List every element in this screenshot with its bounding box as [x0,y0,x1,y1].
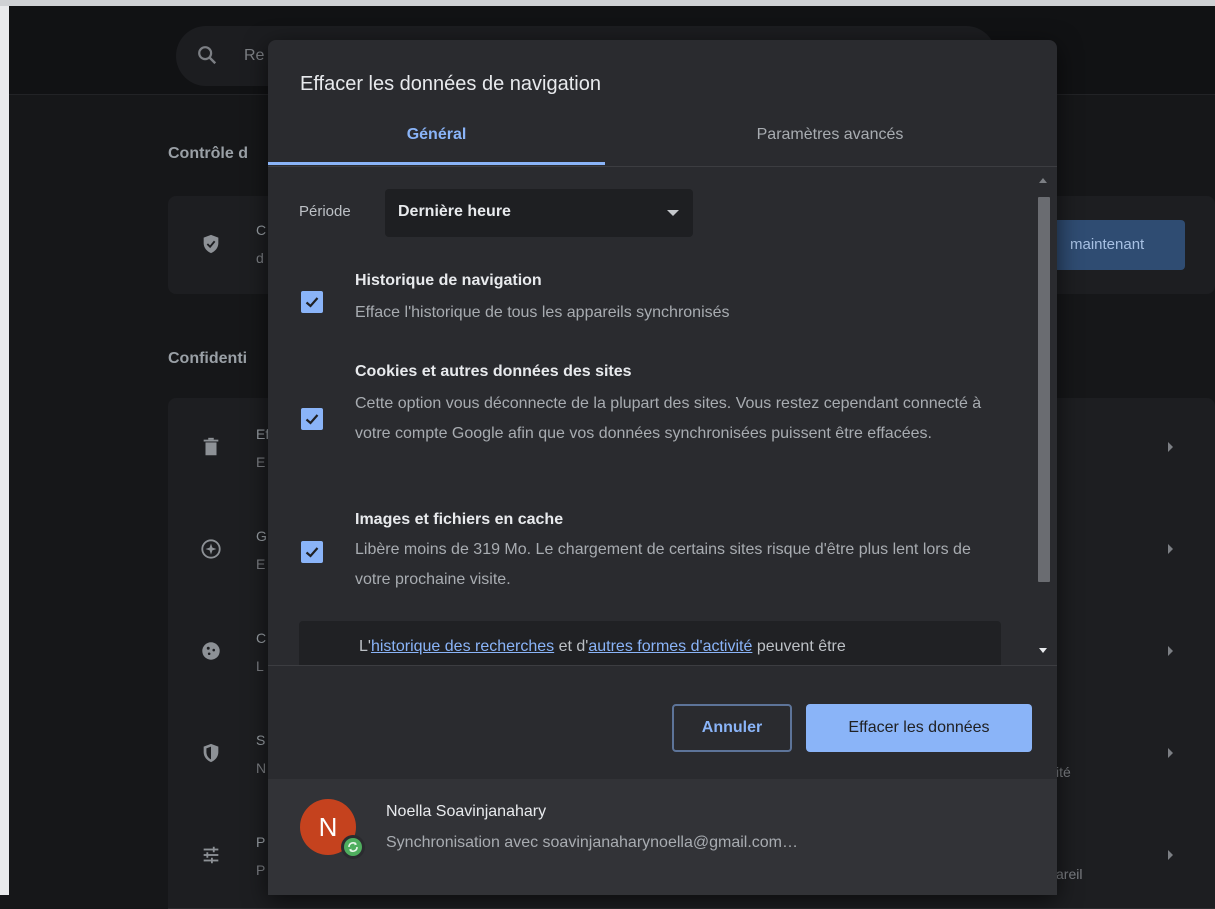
sliders-icon [203,846,219,864]
chevron-right-icon [1168,544,1173,554]
search-history-info-text: L'historique des recherches et d'autres … [359,638,846,656]
cookie-icon [202,642,220,660]
info-middle: et d' [554,638,589,655]
scroll-down-arrow-icon[interactable] [1039,648,1047,653]
row-title: G [256,528,267,544]
cached-images-title: Images et fichiers en cache [355,511,564,528]
period-label: Période [299,203,351,220]
account-sync-status: Synchronisation avec soavinjanaharynoell… [386,834,799,851]
row-trailing-text: ité [1056,764,1071,780]
chevron-right-icon [1168,646,1173,656]
shield-icon [203,743,219,763]
dropdown-arrow-icon [667,210,679,216]
row-subtitle: E [256,454,266,470]
cookies-title: Cookies et autres données des sites [355,363,632,380]
sync-icon [348,842,358,852]
chevron-right-icon [1168,442,1173,452]
other-activity-link[interactable]: autres formes d'activité [588,638,752,655]
trash-icon [203,437,219,456]
row-title: C [256,630,267,646]
cached-images-description: Libère moins de 319 Mo. Le chargement de… [355,541,971,588]
section-title-safety-check: Contrôle d [168,145,248,162]
row-trailing-text: areil [1056,866,1083,882]
check-now-button[interactable]: maintenant [1040,220,1185,270]
dialog-title: Effacer les données de navigation [300,73,601,95]
checkmark-icon [305,414,319,425]
checkmark-icon [305,297,319,308]
clear-data-button[interactable]: Effacer les données [806,704,1032,752]
search-icon [198,46,217,65]
window-left-edge [0,6,9,895]
row-subtitle: L [256,658,264,674]
browsing-history-title: Historique de navigation [355,272,542,289]
period-dropdown[interactable]: Dernière heure [385,189,693,237]
shield-check-icon [203,234,219,254]
row-subtitle: P [256,862,266,878]
browsing-history-description: Efface l'historique de tous les appareil… [355,304,730,321]
search-placeholder: Re [244,47,265,64]
info-prefix: L' [359,638,371,655]
checkmark-icon [305,547,319,558]
chevron-right-icon [1168,850,1173,860]
safety-check-line2: d [256,250,264,266]
search-history-link[interactable]: historique des recherches [371,638,554,655]
tab-advanced[interactable]: Paramètres avancés [715,126,945,166]
compass-icon [201,539,221,559]
safety-check-line1: C [256,222,267,238]
search-history-info: L'historique des recherches et d'autres … [299,621,1001,665]
clear-browsing-data-dialog: Effacer les données de navigation Généra… [268,40,1057,895]
info-suffix: peuvent être [752,638,846,655]
row-subtitle: E [256,556,266,572]
sync-status-badge [341,835,365,859]
sync-status-badge-fill [344,838,362,856]
checkbox-cached-images[interactable] [301,541,323,563]
scroll-up-arrow-icon[interactable] [1039,178,1047,183]
row-title: P [256,834,266,850]
active-tab-indicator [268,162,605,165]
tab-general[interactable]: Général [268,126,605,166]
cancel-button[interactable]: Annuler [672,704,792,752]
account-footer: N Noella Soavinjanahary Synchronisation … [268,779,1057,895]
checkbox-browsing-history[interactable] [301,291,323,313]
dialog-scrollbar[interactable] [1033,168,1055,665]
scrollbar-thumb[interactable] [1038,197,1050,582]
dialog-content[interactable]: Période Dernière heure Historique de nav… [268,168,1057,665]
tabs-divider [268,166,1057,167]
chevron-right-icon [1168,748,1173,758]
checkbox-cookies[interactable] [301,408,323,430]
account-name: Noella Soavinjanahary [386,803,547,820]
period-selected-value: Dernière heure [398,203,511,220]
footer-divider [268,665,1057,666]
row-subtitle: N [256,760,267,776]
row-title: S [256,732,266,748]
section-title-privacy: Confidenti [168,350,248,367]
cookies-description: Cette option vous déconnecte de la plupa… [355,395,982,442]
